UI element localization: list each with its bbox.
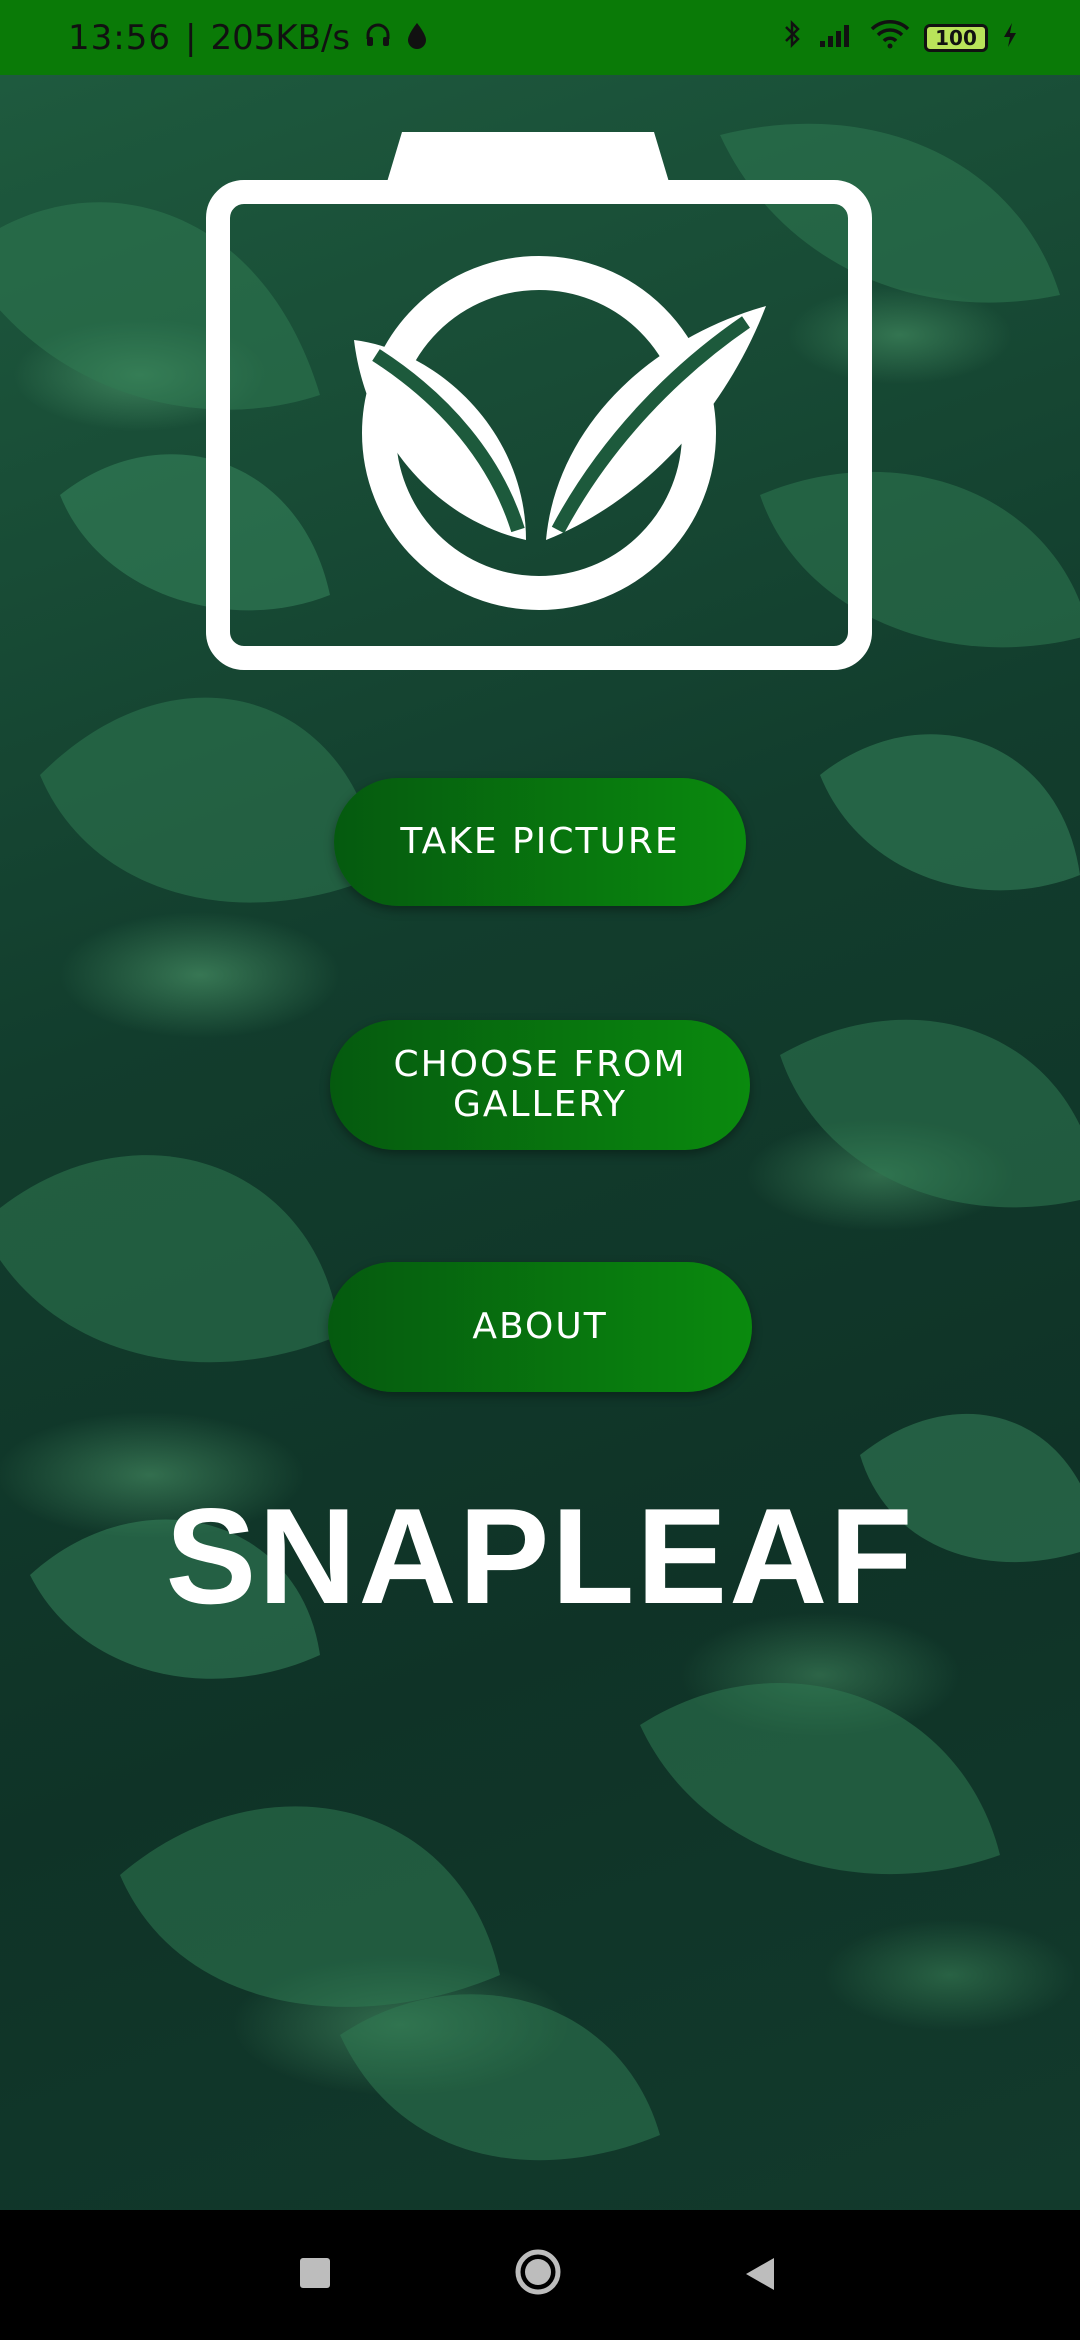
choose-from-gallery-line2: GALLERY	[452, 1084, 628, 1125]
camera-leaf-icon	[206, 130, 872, 670]
app-screen: 13:56 | 205KB/s 100 TAKE PICTURE CHOOSE …	[0, 0, 1080, 2340]
about-button[interactable]: ABOUT	[328, 1262, 752, 1392]
status-time: 13:56	[68, 17, 171, 58]
app-title: SNAPLEAF	[165, 1480, 915, 1632]
take-picture-button[interactable]: TAKE PICTURE	[334, 778, 746, 906]
headphones-icon	[364, 18, 392, 58]
back-icon[interactable]	[742, 2254, 778, 2294]
about-label: ABOUT	[472, 1306, 608, 1347]
navigation-bar	[0, 2210, 1080, 2340]
battery-level: 100	[935, 25, 977, 50]
status-right: 100	[782, 18, 1018, 58]
home-icon[interactable]	[514, 2248, 562, 2296]
choose-from-gallery-button[interactable]: CHOOSE FROM GALLERY	[330, 1020, 750, 1150]
drop-icon	[406, 18, 428, 58]
take-picture-label: TAKE PICTURE	[400, 821, 680, 862]
battery-icon: 100	[924, 23, 988, 52]
bluetooth-icon	[782, 18, 804, 58]
wifi-icon	[870, 18, 910, 58]
status-bar: 13:56 | 205KB/s 100	[0, 0, 1080, 75]
recents-icon[interactable]	[300, 2258, 330, 2288]
status-left: 13:56 | 205KB/s	[68, 18, 428, 58]
network-speed: 205KB/s	[210, 17, 351, 58]
choose-from-gallery-label: CHOOSE FROM GALLERY	[393, 1045, 686, 1125]
choose-from-gallery-line1: CHOOSE FROM	[393, 1044, 687, 1085]
signal-icon	[818, 18, 856, 58]
status-separator: |	[184, 17, 197, 58]
charging-icon	[1002, 18, 1018, 58]
